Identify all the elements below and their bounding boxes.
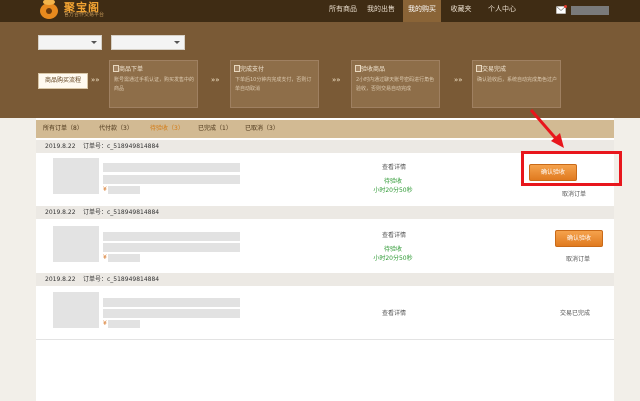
order-number: 订单号：c_518949814884	[83, 143, 160, 150]
step-title: 验收商品	[361, 66, 386, 73]
flow-step-pay: 完成支付 下单后10分钟内完成支付，否则订单自动取消	[230, 60, 319, 108]
flow-step-inspect: 验收商品 2小时内通过聊天账号密码进行角色验收，否则交易自动完成	[351, 60, 440, 108]
order-countdown: 小时20分50秒	[373, 255, 413, 262]
flow-arrow: »»	[211, 76, 220, 84]
trade-completed-text: 交易已完成	[560, 310, 591, 317]
order-date: 2019.8.22	[45, 276, 76, 283]
server-select[interactable]	[111, 35, 185, 50]
mail-icon[interactable]	[556, 5, 567, 14]
product-title-placeholder	[103, 309, 240, 318]
brand-slogan: 官方合作交易平台	[64, 12, 105, 18]
divider	[36, 339, 614, 340]
tab-cancelled[interactable]: 已取消（3）	[245, 120, 279, 138]
game-select[interactable]	[38, 35, 102, 50]
view-details-link[interactable]: 查看详情	[382, 230, 406, 239]
tab-pending-payment[interactable]: 代付款（3）	[99, 120, 133, 138]
order-status: 待验收	[383, 246, 402, 253]
order-header: 2019.8.22 订单号：c_518949814884	[36, 273, 614, 286]
annotation-highlight-box	[521, 151, 622, 186]
chevron-down-icon	[174, 41, 180, 44]
purchase-flow-label: 商品购买流程	[38, 73, 88, 89]
order-number: 订单号：c_518949814884	[83, 276, 160, 283]
product-title-placeholder	[103, 175, 240, 184]
product-title-placeholder	[103, 243, 240, 252]
price-currency: ¥	[103, 186, 107, 193]
order-countdown: 小时20分50秒	[373, 187, 413, 194]
price-placeholder	[108, 186, 140, 194]
cancel-order-link[interactable]: 取消订单	[562, 189, 586, 198]
flow-arrow: »»	[332, 76, 341, 84]
price-placeholder	[108, 320, 140, 328]
price-currency: ¥	[103, 320, 107, 327]
order-date: 2019.8.22	[45, 143, 76, 150]
product-title-placeholder	[103, 298, 240, 307]
product-thumbnail[interactable]	[53, 292, 99, 328]
confirm-inspection-button[interactable]: 确认验收	[555, 230, 603, 247]
order-header: 2019.8.22 订单号：c_518949814884	[36, 206, 614, 219]
nav-personal-center[interactable]: 个人中心	[482, 0, 522, 22]
tab-pending-inspection[interactable]: 待验收（3）	[150, 120, 184, 138]
view-details-link[interactable]: 查看详情	[382, 162, 406, 171]
product-title-placeholder	[103, 163, 240, 172]
step-desc: 确认验收后，系统自动完成角色过户	[477, 77, 558, 83]
product-thumbnail[interactable]	[53, 158, 99, 194]
username-box[interactable]	[571, 6, 609, 15]
price-currency: ¥	[103, 254, 107, 261]
nav-my-purchases[interactable]: 我的购买	[403, 0, 441, 22]
treasure-bag-logo-icon	[40, 0, 58, 19]
top-navbar: 聚宝阁 官方合作交易平台 所有商品 我的出售 我的购买 收藏夹 个人中心	[0, 0, 640, 22]
cancel-order-link[interactable]: 取消订单	[566, 254, 590, 263]
nav-my-sales[interactable]: 我的出售	[363, 0, 399, 22]
flow-step-order: 商品下单 账号需通过手机认证，购买发售中的商品	[109, 60, 198, 108]
step-desc: 2小时内通过聊天账号密码进行角色验收，否则交易自动完成	[356, 77, 435, 92]
step-title: 交易完成	[482, 66, 507, 73]
annotation-arrow-icon	[529, 109, 564, 148]
flow-arrow: »»	[91, 76, 100, 84]
view-details-link[interactable]: 查看详情	[382, 308, 406, 317]
tab-completed[interactable]: 已完成（1）	[198, 120, 232, 138]
product-title-placeholder	[103, 232, 240, 241]
step-title: 完成支付	[240, 66, 265, 73]
nav-all-items[interactable]: 所有商品	[323, 0, 363, 22]
price-placeholder	[108, 254, 140, 262]
nav-favorites[interactable]: 收藏夹	[443, 0, 479, 22]
step-desc: 下单后10分钟内完成支付，否则订单自动取消	[235, 77, 312, 92]
step-desc: 账号需通过手机认证，购买发售中的商品	[114, 77, 195, 92]
order-number: 订单号：c_518949814884	[83, 209, 160, 216]
step-title: 商品下单	[119, 66, 144, 73]
flow-arrow: »»	[454, 76, 463, 84]
chevron-down-icon	[91, 41, 97, 44]
tab-all-orders[interactable]: 所有订单（8）	[43, 120, 83, 138]
order-date: 2019.8.22	[45, 209, 76, 216]
product-thumbnail[interactable]	[53, 226, 99, 262]
order-status: 待验收	[383, 178, 402, 185]
